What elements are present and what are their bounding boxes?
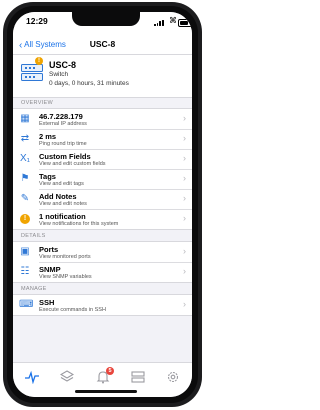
chevron-right-icon: ›: [183, 153, 186, 163]
chevron-right-icon: ›: [183, 299, 186, 309]
tag-icon: ⚑: [20, 173, 30, 184]
status-time: 12:29: [26, 16, 48, 26]
activity-icon: [25, 370, 39, 385]
server-list-icon: [131, 371, 145, 383]
tab-systems[interactable]: [131, 370, 145, 384]
wifi-icon: ⌘: [169, 16, 177, 25]
chevron-right-icon: ›: [183, 246, 186, 256]
tab-notifications[interactable]: 5: [96, 367, 114, 384]
list-item-ports[interactable]: ▣ Ports View monitored ports ›: [13, 242, 192, 262]
device-uptime: 0 days, 0 hours, 31 minutes: [49, 80, 129, 87]
row-subtitle: Ping round trip time: [39, 140, 87, 147]
notification-count-badge: 5: [106, 367, 114, 375]
chevron-right-icon: ›: [183, 266, 186, 276]
row-title: Custom Fields: [39, 151, 91, 161]
warning-icon: !: [20, 214, 30, 224]
row-title: Add Notes: [39, 191, 77, 201]
row-subtitle: View and edit tags: [39, 180, 84, 187]
chevron-right-icon: ›: [183, 113, 186, 123]
battery-icon: [178, 19, 192, 27]
list-item-tags[interactable]: ⚑ Tags View and edit tags ›: [13, 169, 192, 189]
snmp-icon: ☷: [20, 266, 30, 277]
ping-arrows-icon: ⇄: [20, 133, 30, 144]
row-subtitle: View and edit notes: [39, 200, 87, 207]
list-item-notifications[interactable]: ! 1 notification View notifications for …: [13, 209, 192, 229]
terminal-icon: ⌨: [19, 299, 34, 310]
list-item-external-ip[interactable]: ▦ 46.7.228.179 External IP address ›: [13, 109, 192, 129]
row-title: 1 notification: [39, 211, 86, 221]
row-title: Tags: [39, 171, 56, 181]
chevron-right-icon: ›: [183, 193, 186, 203]
manage-group: ⌨ SSH Execute commands in SSH ›: [13, 294, 192, 316]
list-item-snmp[interactable]: ☷ SNMP View SNMP variables ›: [13, 262, 192, 282]
switch-device-icon: !: [21, 57, 43, 81]
row-subtitle: External IP address: [39, 120, 87, 127]
notes-icon: ✎: [20, 193, 30, 204]
navigation-bar: ‹ All Systems USC-8: [13, 34, 192, 54]
row-subtitle: View SNMP variables: [39, 273, 92, 280]
notch: [72, 12, 140, 26]
row-title: 46.7.228.179: [39, 111, 83, 121]
app-screen: 12:29 ⌘ ‹ All Systems USC-8 ! USC-8 Swit…: [13, 12, 192, 397]
chevron-right-icon: ›: [183, 213, 186, 223]
cellular-signal-icon: [154, 19, 164, 26]
list-item-ping[interactable]: ⇄ 2 ms Ping round trip time ›: [13, 129, 192, 149]
tab-bar: 5: [13, 362, 192, 397]
tab-activity[interactable]: [25, 370, 39, 385]
tab-layers[interactable]: [59, 370, 75, 384]
layers-icon: [59, 370, 75, 382]
list-item-notes[interactable]: ✎ Add Notes View and edit notes ›: [13, 189, 192, 209]
chevron-right-icon: ›: [183, 133, 186, 143]
settings-gear-icon: [167, 371, 179, 383]
device-type: Switch: [49, 71, 69, 78]
row-subtitle: View and edit custom fields: [39, 160, 106, 167]
row-title: SNMP: [39, 264, 61, 274]
device-alert-badge: !: [35, 57, 43, 65]
list-item-ssh[interactable]: ⌨ SSH Execute commands in SSH ›: [13, 295, 192, 315]
row-subtitle: View notifications for this system: [39, 220, 119, 227]
section-header-manage: MANAGE: [21, 286, 47, 292]
section-header-details: DETAILS: [21, 233, 46, 239]
list-item-custom-fields[interactable]: X₁ Custom Fields View and edit custom fi…: [13, 149, 192, 169]
section-header-overview: OVERVIEW: [21, 100, 53, 106]
details-group: ▣ Ports View monitored ports › ☷ SNMP Vi…: [13, 241, 192, 283]
row-subtitle: View monitored ports: [39, 253, 91, 260]
network-icon: ▦: [20, 113, 30, 124]
row-title: SSH: [39, 297, 55, 307]
ports-icon: ▣: [20, 246, 30, 257]
page-title: USC-8: [89, 39, 116, 49]
chevron-right-icon: ›: [183, 173, 186, 183]
device-name: USC-8: [49, 60, 77, 70]
custom-fields-icon: X₁: [19, 153, 31, 164]
row-title: 2 ms: [39, 131, 57, 141]
device-header: ! USC-8 Switch 0 days, 0 hours, 31 minut…: [13, 54, 192, 98]
tab-settings[interactable]: [166, 370, 180, 384]
overview-group: ▦ 46.7.228.179 External IP address › ⇄ 2…: [13, 108, 192, 230]
row-subtitle: Execute commands in SSH: [39, 306, 106, 313]
row-title: Ports: [39, 244, 59, 254]
home-indicator: [75, 390, 137, 393]
